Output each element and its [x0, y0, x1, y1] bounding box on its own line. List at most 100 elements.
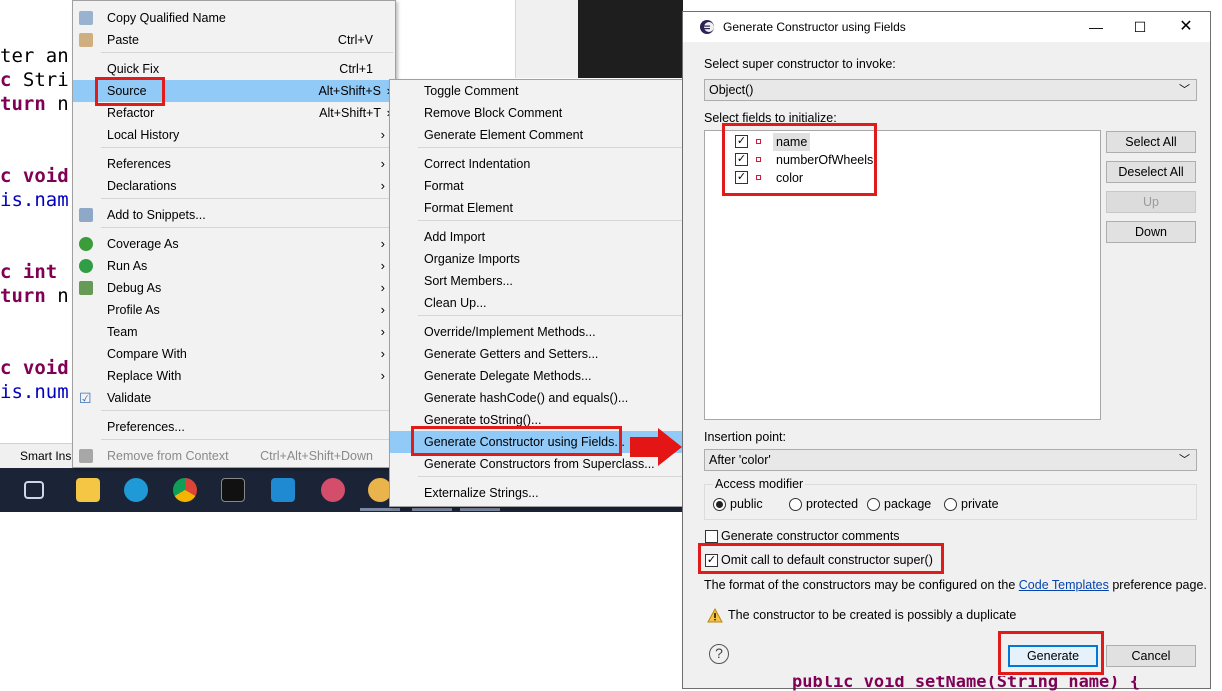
generate-button[interactable]: Generate: [1008, 645, 1098, 667]
chevron-right-icon: ›: [380, 178, 385, 193]
submenu-item-generate-getters-and-setters[interactable]: Generate Getters and Setters...: [390, 343, 690, 365]
taskbar-active-indicator: [412, 508, 452, 511]
menu-item-coverage-as[interactable]: Coverage As ›: [73, 233, 395, 255]
menu-item-shortcut: Alt+Shift+T: [319, 106, 381, 120]
menu-item-paste[interactable]: Paste Ctrl+V: [73, 29, 395, 51]
submenu-item-label: Toggle Comment: [424, 84, 519, 98]
field-checkbox[interactable]: ✓: [735, 135, 748, 148]
paint-app-icon[interactable]: [321, 478, 345, 502]
help-icon[interactable]: ?: [709, 644, 729, 664]
up-button[interactable]: Up: [1106, 191, 1196, 213]
menu-item-replace-with[interactable]: Replace With ›: [73, 365, 395, 387]
private-field-icon: [756, 175, 761, 180]
task-view-icon[interactable]: [24, 481, 44, 499]
submenu-item-externalize-strings[interactable]: Externalize Strings...: [390, 482, 690, 504]
menu-item-refactor[interactable]: RefactorAlt+Shift+T›: [73, 102, 395, 124]
submenu-item-label: Remove Block Comment: [424, 106, 563, 120]
fields-label: Select fields to initialize:: [704, 111, 837, 125]
menu-item-label: Run As: [107, 259, 148, 273]
fields-list[interactable]: ✓ name ✓ numberOfWheels ✓ color: [704, 130, 1101, 420]
code-line: turn n: [0, 93, 69, 115]
menu-item-debug-as[interactable]: Debug As ›: [73, 277, 395, 299]
access-radio-protected[interactable]: [789, 498, 802, 511]
generate-comments-checkbox[interactable]: [705, 530, 718, 543]
debug-icon: [79, 281, 93, 295]
menu-item-validate[interactable]: ☑ Validate: [73, 387, 395, 409]
menu-item-copy-qualified-name[interactable]: Copy Qualified Name: [73, 7, 395, 29]
menu-item-label: Remove from Context: [107, 449, 229, 463]
menu-item-label: Copy Qualified Name: [107, 11, 226, 25]
submenu-item-label: Generate toString()...: [424, 413, 542, 427]
submenu-item-clean-up[interactable]: Clean Up...: [390, 292, 690, 314]
field-name[interactable]: color: [776, 169, 803, 187]
omit-super-checkbox[interactable]: ✓: [705, 554, 718, 567]
check-icon: ☑: [79, 390, 92, 406]
menu-item-run-as[interactable]: Run As ›: [73, 255, 395, 277]
code-templates-link[interactable]: Code Templates: [1019, 578, 1109, 592]
minimize-button[interactable]: —: [1081, 16, 1111, 38]
field-name[interactable]: numberOfWheels: [776, 151, 873, 169]
edge-browser-icon[interactable]: [124, 478, 148, 502]
insertion-point-value: After 'color': [709, 453, 771, 467]
maximize-button[interactable]: ☐: [1125, 16, 1155, 38]
submenu-item-label: Add Import: [424, 230, 486, 244]
menu-item-compare-with[interactable]: Compare With ›: [73, 343, 395, 365]
menu-item-preferences[interactable]: Preferences...: [73, 416, 395, 438]
submenu-item-sort-members[interactable]: Sort Members...: [390, 270, 690, 292]
close-button[interactable]: ✕: [1171, 16, 1201, 38]
insertion-point-select[interactable]: After 'color' ﹀: [704, 449, 1197, 471]
menu-item-label: Paste: [107, 33, 139, 47]
menu-item-local-history[interactable]: Local History ›: [73, 124, 395, 146]
eclipse-icon: [700, 20, 714, 34]
submenu-item-add-import[interactable]: Add Import: [390, 226, 690, 248]
super-constructor-select[interactable]: Object() ﹀: [704, 79, 1197, 101]
submenu-item-label: Generate Constructors from Superclass...: [424, 457, 655, 471]
terminal-icon[interactable]: [221, 478, 245, 502]
deselect-all-button[interactable]: Deselect All: [1106, 161, 1196, 183]
access-radio-public[interactable]: [713, 498, 726, 511]
submenu-item-organize-imports[interactable]: Organize Imports: [390, 248, 690, 270]
submenu-item-generate-delegate-methods[interactable]: Generate Delegate Methods...: [390, 365, 690, 387]
cancel-button[interactable]: Cancel: [1106, 645, 1196, 667]
editor-gutter-panel: [515, 0, 578, 78]
submenu-item-label: Generate hashCode() and equals()...: [424, 391, 629, 405]
file-explorer-icon[interactable]: [76, 478, 100, 502]
submenu-item-override-implement-methods[interactable]: Override/Implement Methods...: [390, 321, 690, 343]
submenu-item-format-element[interactable]: Format Element: [390, 197, 690, 219]
access-radio-package[interactable]: [867, 498, 880, 511]
access-radio-private[interactable]: [944, 498, 957, 511]
submenu-item-toggle-comment[interactable]: Toggle Comment: [390, 80, 690, 102]
menu-item-profile-as[interactable]: Profile As ›: [73, 299, 395, 321]
submenu-item-generate-hashcode-and-equals[interactable]: Generate hashCode() and equals()...: [390, 387, 690, 409]
submenu-item-correct-indentation[interactable]: Correct Indentation: [390, 153, 690, 175]
field-checkbox[interactable]: ✓: [735, 171, 748, 184]
generate-comments-label: Generate constructor comments: [721, 529, 900, 543]
menu-item-team[interactable]: Team ›: [73, 321, 395, 343]
menu-item-source[interactable]: SourceAlt+Shift+S›: [73, 80, 395, 102]
menu-item-quick-fix[interactable]: Quick Fix Ctrl+1: [73, 58, 395, 80]
chevron-right-icon: ›: [380, 280, 385, 295]
menu-item-remove-from-context[interactable]: Remove from Context Ctrl+Alt+Shift+Down: [73, 445, 395, 467]
menu-item-add-to-snippets[interactable]: Add to Snippets...: [73, 204, 395, 226]
access-radio-label: public: [730, 497, 763, 511]
access-radio-label: package: [884, 497, 932, 511]
menu-item-declarations[interactable]: Declarations ›: [73, 175, 395, 197]
menu-item-label: Profile As: [107, 303, 160, 317]
vscode-icon[interactable]: [271, 478, 295, 502]
down-button[interactable]: Down: [1106, 221, 1196, 243]
field-checkbox[interactable]: ✓: [735, 153, 748, 166]
menu-item-label: Compare With: [107, 347, 187, 361]
chevron-right-icon: ›: [380, 258, 385, 273]
menu-item-shortcut: Ctrl+Alt+Shift+Down: [260, 449, 373, 463]
menu-item-label: Coverage As: [107, 237, 179, 251]
submenu-item-format[interactable]: Format: [390, 175, 690, 197]
submenu-item-remove-block-comment[interactable]: Remove Block Comment: [390, 102, 690, 124]
run-icon: [79, 259, 93, 273]
field-name[interactable]: name: [773, 133, 811, 151]
insert-mode-status: Smart Ins: [20, 449, 72, 463]
menu-separator: [101, 198, 393, 199]
menu-item-references[interactable]: References ›: [73, 153, 395, 175]
submenu-item-generate-element-comment[interactable]: Generate Element Comment: [390, 124, 690, 146]
select-all-button[interactable]: Select All: [1106, 131, 1196, 153]
chrome-browser-icon[interactable]: [173, 478, 197, 502]
